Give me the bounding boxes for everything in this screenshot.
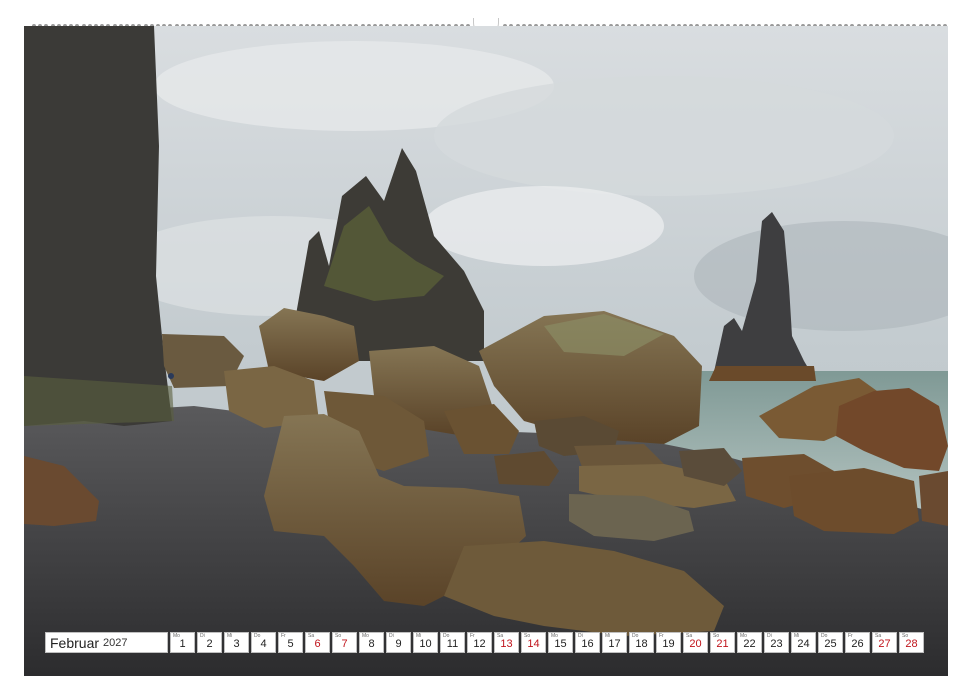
- day-cell: Fr 12: [467, 632, 492, 653]
- month-label: Februar 2027: [45, 632, 168, 653]
- day-number: 9: [395, 638, 402, 650]
- day-number: 27: [878, 638, 891, 650]
- day-number: 26: [851, 638, 864, 650]
- day-cell: Mi 24: [791, 632, 816, 653]
- calendar-strip: Februar 2027 Mo 1 Di 2 Mi 3 Do 4 Fr 5 Sa 6 So 7 Mo 8 Di 9…: [45, 632, 926, 655]
- day-number: 19: [662, 638, 675, 650]
- month-name: Februar: [50, 634, 100, 651]
- day-cell: Di 9: [386, 632, 411, 653]
- day-number: 18: [635, 638, 648, 650]
- day-number: 15: [554, 638, 567, 650]
- calendar-page: Februar 2027 Mo 1 Di 2 Mi 3 Do 4 Fr 5 Sa 6 So 7 Mo 8 Di 9…: [0, 0, 971, 700]
- day-cell: Do 18: [629, 632, 654, 653]
- day-cell: Sa 6: [305, 632, 330, 653]
- day-number: 7: [341, 638, 348, 650]
- day-number: 4: [260, 638, 267, 650]
- day-cell: Do 4: [251, 632, 276, 653]
- day-cell: Mi 17: [602, 632, 627, 653]
- day-cell: So 14: [521, 632, 546, 653]
- day-number: 24: [797, 638, 810, 650]
- landscape-photo: [24, 26, 948, 676]
- day-number: 10: [419, 638, 432, 650]
- day-number: 12: [473, 638, 486, 650]
- day-number: 21: [716, 638, 729, 650]
- day-cell: Do 25: [818, 632, 843, 653]
- day-cell: Mi 3: [224, 632, 249, 653]
- year-label: 2027: [103, 636, 128, 649]
- day-cell: Do 11: [440, 632, 465, 653]
- day-number: 25: [824, 638, 837, 650]
- day-cell: Di 16: [575, 632, 600, 653]
- day-number: 5: [287, 638, 294, 650]
- day-number: 1: [179, 638, 186, 650]
- day-number: 16: [581, 638, 594, 650]
- day-cell: Mo 1: [170, 632, 195, 653]
- day-number: 28: [905, 638, 918, 650]
- day-number: 13: [500, 638, 513, 650]
- day-number: 22: [743, 638, 756, 650]
- day-cell: So 28: [899, 632, 924, 653]
- day-cell: Mo 8: [359, 632, 384, 653]
- day-number: 11: [446, 638, 459, 650]
- day-cell: Mi 10: [413, 632, 438, 653]
- day-cell: Mo 22: [737, 632, 762, 653]
- day-cell: Mo 15: [548, 632, 573, 653]
- day-cell: So 21: [710, 632, 735, 653]
- day-number: 23: [770, 638, 783, 650]
- day-cell: Di 23: [764, 632, 789, 653]
- day-number: 6: [314, 638, 321, 650]
- day-cell: Fr 19: [656, 632, 681, 653]
- day-cell: Sa 13: [494, 632, 519, 653]
- day-number: 20: [689, 638, 702, 650]
- day-cell: Sa 20: [683, 632, 708, 653]
- day-number: 8: [368, 638, 375, 650]
- day-cell: Fr 5: [278, 632, 303, 653]
- photo-illustration: [24, 26, 948, 676]
- day-number: 2: [206, 638, 213, 650]
- day-cell: Fr 26: [845, 632, 870, 653]
- day-number: 14: [527, 638, 540, 650]
- day-number: 3: [233, 638, 240, 650]
- day-number: 17: [608, 638, 621, 650]
- day-cell: Di 2: [197, 632, 222, 653]
- day-cell: So 7: [332, 632, 357, 653]
- day-cell: Sa 27: [872, 632, 897, 653]
